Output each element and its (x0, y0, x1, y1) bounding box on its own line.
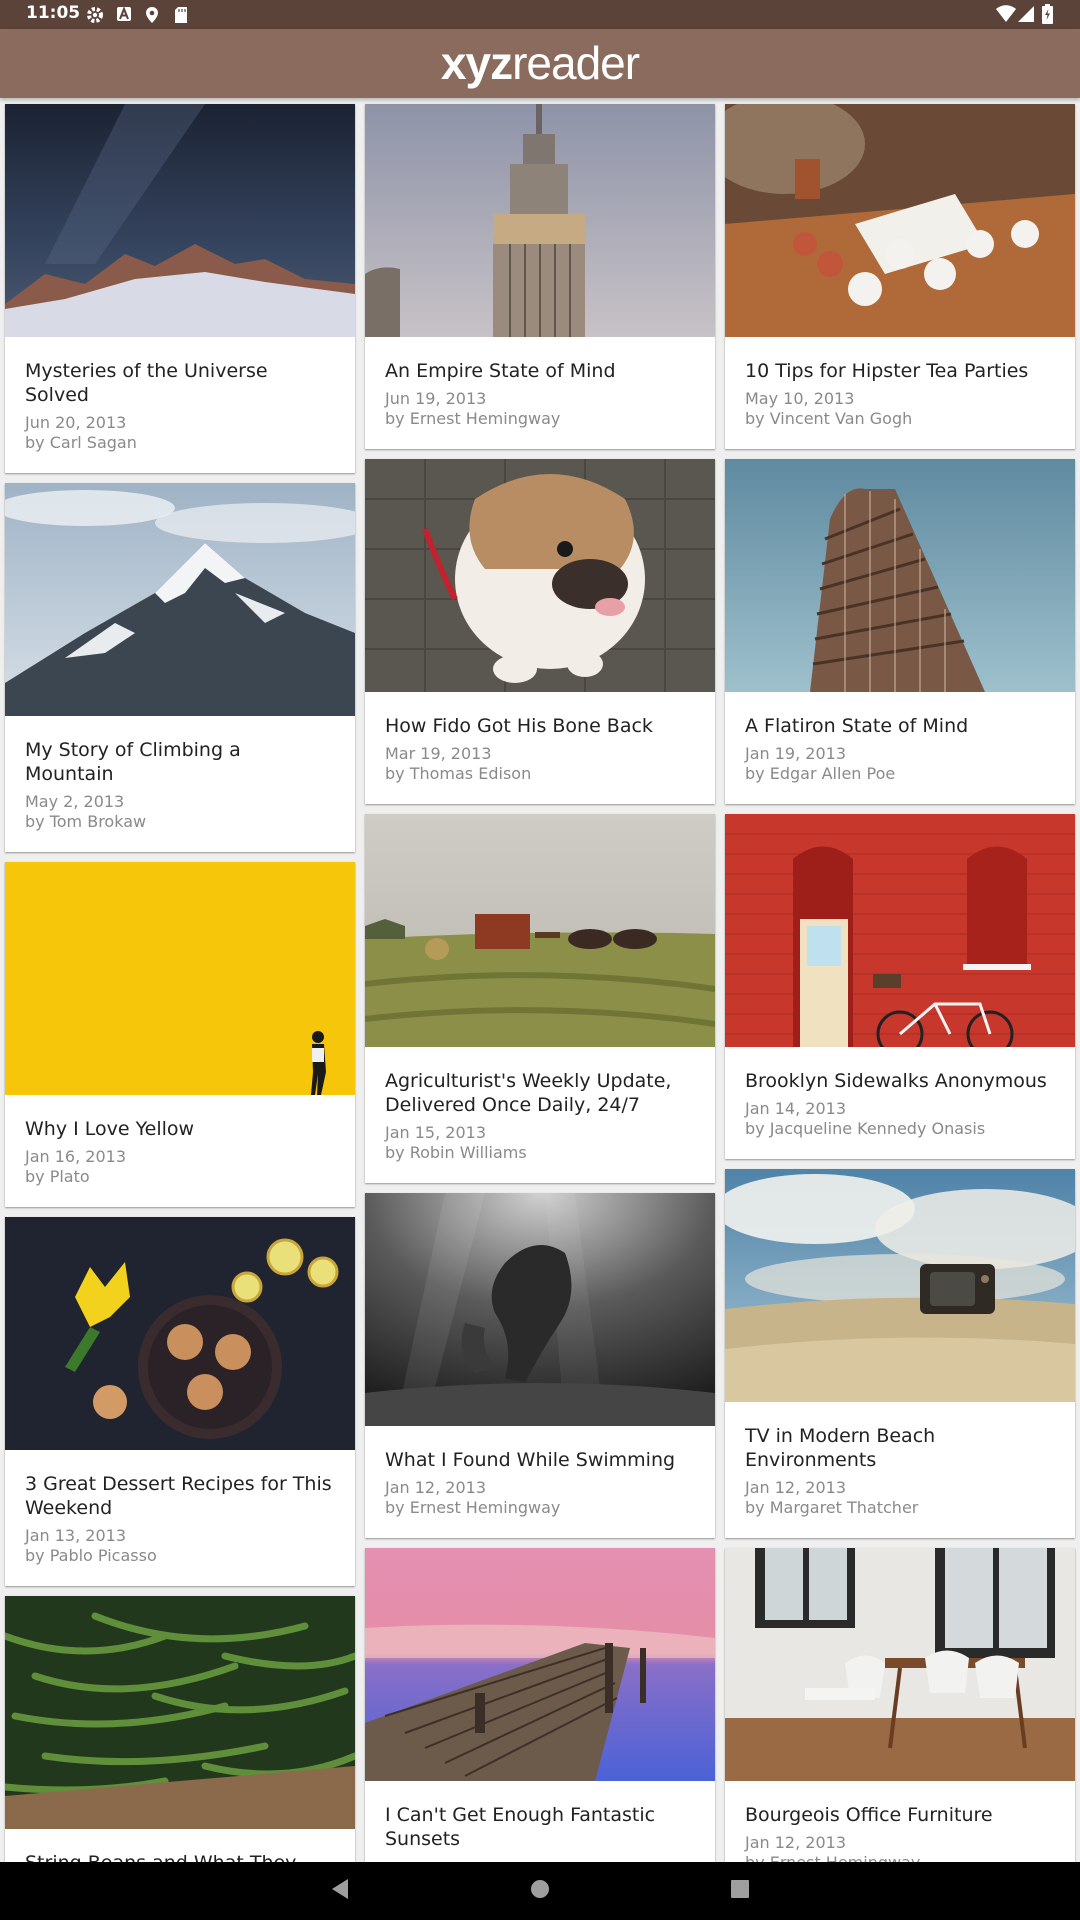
article-date: Jun 19, 2013 (385, 389, 487, 408)
article-author: by Tom Brokaw (25, 812, 147, 831)
article-card[interactable]: Bourgeois Office Furniture Jan 12, 2013 … (725, 1548, 1075, 1862)
article-thumbnail (365, 104, 715, 337)
article-author: by Ernest Hemingway (745, 1853, 1055, 1862)
grid-column-3: 10 Tips for Hipster Tea Parties May 10, … (725, 104, 1075, 1862)
article-date: Jan 14, 2013 (745, 1099, 846, 1118)
wifi-icon (996, 5, 1016, 27)
article-thumbnail (725, 1548, 1075, 1781)
article-thumbnail (365, 1548, 715, 1781)
article-card[interactable]: 10 Tips for Hipster Tea Parties May 10, … (725, 104, 1075, 449)
article-title: 3 Great Dessert Recipes for This Weekend (25, 1473, 332, 1519)
article-author: by Thomas Edison (385, 764, 532, 783)
article-date: May 10, 2013 (745, 389, 855, 408)
sd-card-icon (174, 6, 188, 28)
article-card[interactable]: What I Found While Swimming Jan 12, 2013… (365, 1193, 715, 1538)
article-title: Why I Love Yellow (25, 1118, 195, 1140)
article-date: Jan 15, 2013 (385, 1123, 486, 1142)
article-date: Jan 13, 2013 (25, 1526, 126, 1545)
article-author: by Margaret Thatcher (745, 1498, 919, 1517)
article-title: TV in Modern Beach Environments (745, 1425, 936, 1471)
article-author: by Pablo Picasso (25, 1546, 157, 1565)
article-card[interactable]: My Story of Climbing a Mountain May 2, 2… (5, 483, 355, 852)
article-title: 10 Tips for Hipster Tea Parties (745, 360, 1029, 382)
article-date: Jan 16, 2013 (25, 1147, 126, 1166)
settings-gear-icon (86, 6, 104, 28)
article-title: My Story of Climbing a Mountain (25, 739, 241, 785)
article-card[interactable]: I Can't Get Enough Fantastic Sunsets (365, 1548, 715, 1862)
article-card[interactable]: 3 Great Dessert Recipes for This Weekend… (5, 1217, 355, 1586)
article-title: Bourgeois Office Furniture (745, 1804, 993, 1826)
logo-reader: reader (512, 37, 640, 89)
battery-icon (1042, 4, 1053, 28)
article-thumbnail (365, 1193, 715, 1426)
article-thumbnail (365, 459, 715, 692)
article-card[interactable]: String Beans and What They Mean for You (5, 1596, 355, 1862)
article-thumbnail (365, 814, 715, 1047)
status-bar: 11:05 (0, 0, 1080, 29)
article-author: by Plato (25, 1167, 90, 1186)
back-icon[interactable] (330, 1878, 350, 1904)
article-date: Jan 12, 2013 (745, 1833, 846, 1852)
article-author: by Vincent Van Gogh (745, 409, 913, 428)
article-author: by Jacqueline Kennedy Onasis (745, 1119, 986, 1138)
logo-xyz: xyz (440, 37, 513, 89)
app-bar: xyzreader (0, 29, 1080, 98)
navigation-bar (0, 1862, 1080, 1920)
article-author: by Carl Sagan (25, 433, 137, 452)
article-thumbnail (725, 814, 1075, 1047)
article-title: What I Found While Swimming (385, 1449, 676, 1471)
home-icon[interactable] (530, 1878, 550, 1904)
article-title: String Beans and What They Mean for You (25, 1851, 335, 1862)
article-date: May 2, 2013 (25, 792, 125, 811)
recents-icon[interactable] (730, 1878, 750, 1904)
article-author: by Ernest Hemingway (385, 1498, 561, 1517)
article-thumbnail (5, 1596, 355, 1829)
article-author: by Edgar Allen Poe (745, 764, 896, 783)
article-title: Mysteries of the Universe Solved (25, 360, 268, 406)
article-card[interactable]: TV in Modern Beach Environments Jan 12, … (725, 1169, 1075, 1538)
location-pin-icon (145, 6, 159, 28)
article-card[interactable]: An Empire State of Mind Jun 19, 2013 by … (365, 104, 715, 449)
article-date: Jan 19, 2013 (745, 744, 846, 763)
article-title: A Flatiron State of Mind (745, 715, 969, 737)
article-title: Brooklyn Sidewalks Anonymous (745, 1070, 1047, 1092)
article-date: Mar 19, 2013 (385, 744, 492, 763)
article-thumbnail (5, 862, 355, 1095)
article-title: I Can't Get Enough Fantastic Sunsets (385, 1804, 656, 1850)
status-time: 11:05 (26, 3, 81, 23)
article-card[interactable]: Why I Love Yellow Jan 16, 2013 by Plato (5, 862, 355, 1207)
article-date: Jun 20, 2013 (25, 413, 127, 432)
article-title: How Fido Got His Bone Back (385, 715, 653, 737)
article-author: by Ernest Hemingway (385, 409, 561, 428)
article-thumbnail (725, 1169, 1075, 1402)
article-grid[interactable]: Mysteries of the Universe Solved Jun 20,… (0, 98, 1080, 1862)
article-card[interactable]: Mysteries of the Universe Solved Jun 20,… (5, 104, 355, 473)
article-thumbnail (725, 459, 1075, 692)
article-card[interactable]: How Fido Got His Bone Back Mar 19, 2013 … (365, 459, 715, 804)
a-letter-icon (116, 6, 132, 26)
article-title: Agriculturist's Weekly Update, Delivered… (385, 1070, 672, 1116)
article-card[interactable]: Agriculturist's Weekly Update, Delivered… (365, 814, 715, 1183)
article-thumbnail (5, 483, 355, 716)
grid-column-2: An Empire State of Mind Jun 19, 2013 by … (365, 104, 715, 1862)
article-date: Jan 12, 2013 (385, 1478, 486, 1497)
article-thumbnail (5, 104, 355, 337)
article-card[interactable]: A Flatiron State of Mind Jan 19, 2013 by… (725, 459, 1075, 804)
article-author: by Robin Williams (385, 1143, 527, 1162)
article-thumbnail (5, 1217, 355, 1450)
grid-column-1: Mysteries of the Universe Solved Jun 20,… (5, 104, 355, 1862)
article-thumbnail (725, 104, 1075, 337)
article-card[interactable]: Brooklyn Sidewalks Anonymous Jan 14, 201… (725, 814, 1075, 1159)
article-date: Jan 12, 2013 (745, 1478, 846, 1497)
cellular-signal-icon (1018, 5, 1034, 27)
article-title: An Empire State of Mind (385, 360, 616, 382)
app-logo: xyzreader (0, 37, 1080, 89)
